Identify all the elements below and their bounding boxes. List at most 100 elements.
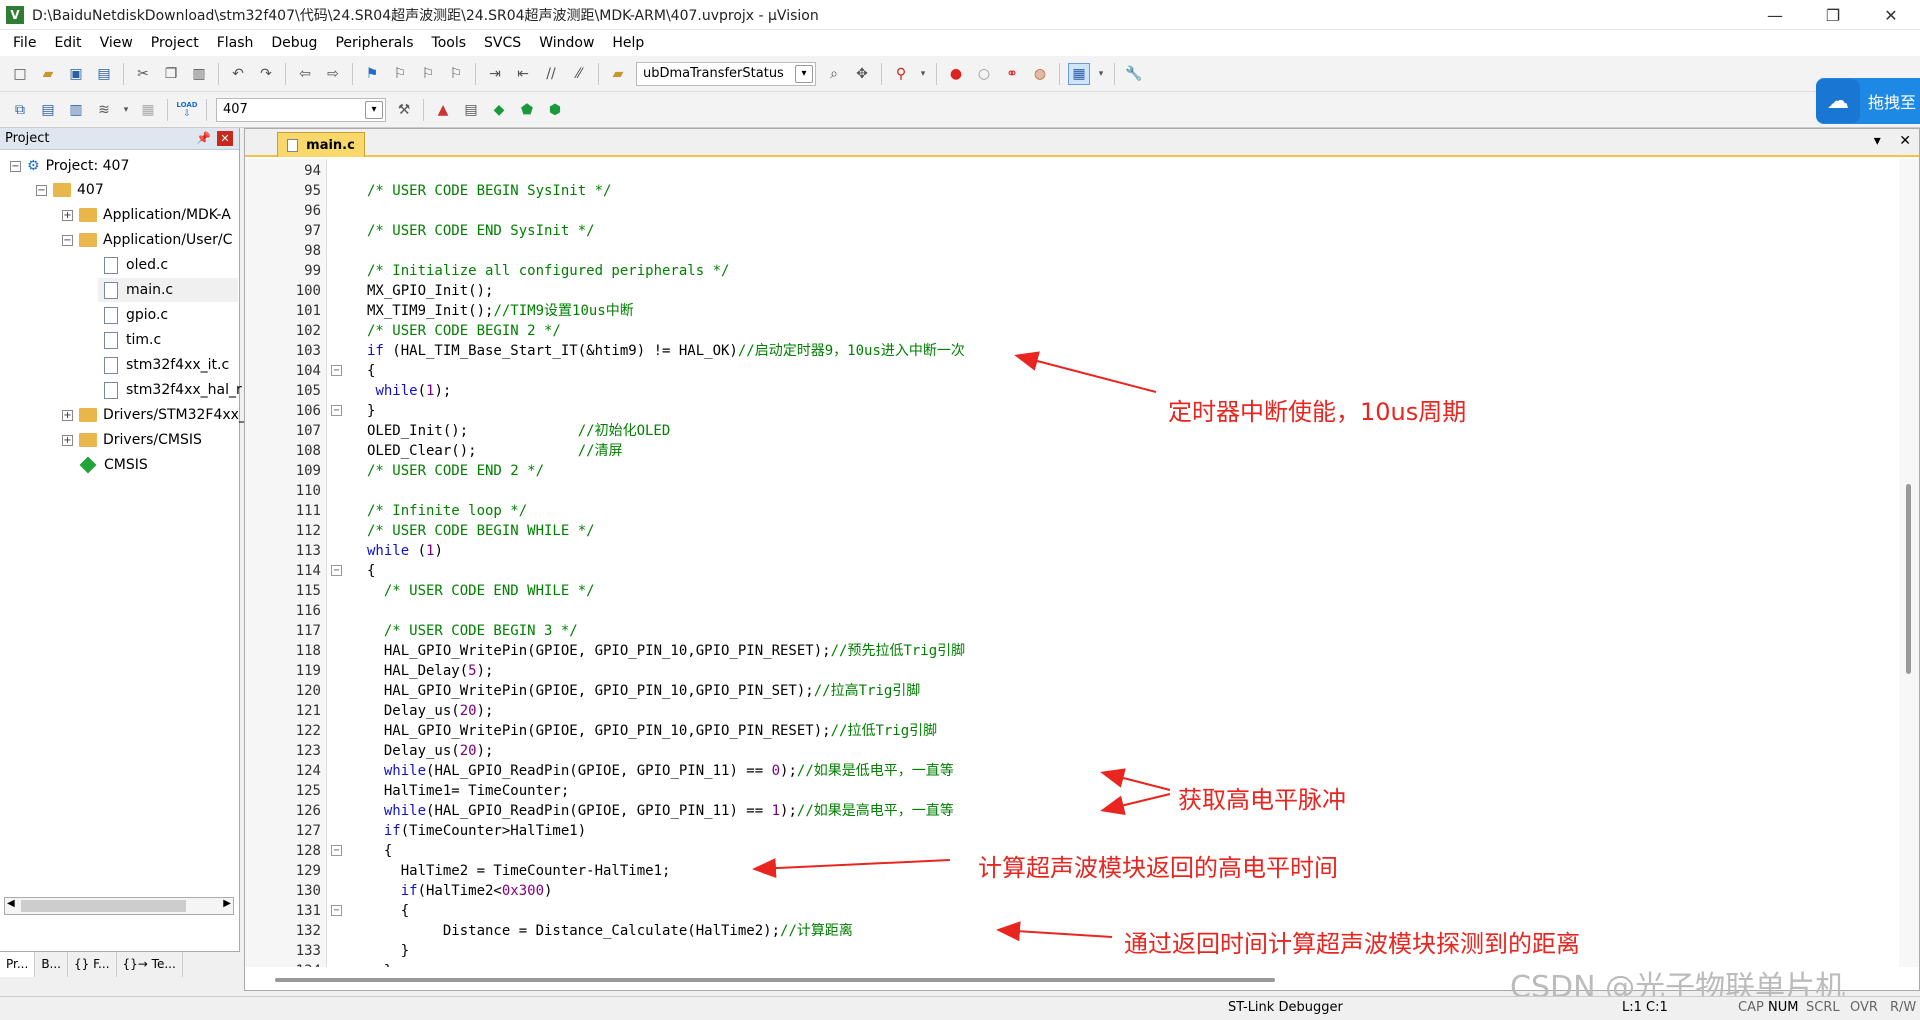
code-line[interactable]: 130 if(HalTime2<0x300) [245, 881, 1899, 901]
code-line[interactable]: 123 Delay_us(20); [245, 741, 1899, 761]
code-line[interactable]: 114− { [245, 561, 1899, 581]
tree-node-file[interactable]: stm32f4xx_it.c [104, 353, 229, 377]
tab-project[interactable]: Pr... [0, 952, 36, 977]
code-line[interactable]: 122 HAL_GPIO_WritePin(GPIOE, GPIO_PIN_10… [245, 721, 1899, 741]
minimize-button[interactable]: — [1746, 0, 1804, 30]
copy-icon[interactable]: ❐ [160, 63, 182, 85]
cloud-upload-widget[interactable]: ☁ 拖拽至 [1816, 78, 1920, 124]
insert-breakpoint-icon[interactable]: ● [945, 63, 967, 85]
tree-node-file-selected[interactable]: main.c [98, 278, 238, 302]
code-line[interactable]: 120 HAL_GPIO_WritePin(GPIOE, GPIO_PIN_10… [245, 681, 1899, 701]
menu-svcs[interactable]: SVCS [475, 30, 530, 56]
fold-icon[interactable]: − [331, 405, 342, 416]
find-in-files-icon[interactable]: ▰ [607, 63, 629, 85]
tree-node-file[interactable]: stm32f4xx_hal_r [104, 378, 242, 402]
build-icon[interactable]: ▤ [37, 99, 59, 121]
code-line[interactable]: 106−} [245, 401, 1899, 421]
menu-tools[interactable]: Tools [423, 30, 476, 56]
expand-icon[interactable]: + [62, 409, 73, 421]
redo-icon[interactable]: ↷ [255, 63, 277, 85]
indent-icon[interactable]: ⇥ [484, 63, 506, 85]
code-line[interactable]: 108 OLED_Clear(); //清屏 [245, 441, 1899, 461]
enable-breakpoint-icon[interactable]: ○ [973, 63, 995, 85]
expand-icon[interactable]: + [62, 209, 73, 221]
code-line[interactable]: 131− { [245, 901, 1899, 921]
tab-functions[interactable]: {} F... [68, 952, 117, 977]
editor-vscrollbar[interactable] [1899, 159, 1919, 967]
code-area[interactable]: 94 95 /* USER CODE BEGIN SysInit */ 96 97 /* … [245, 159, 1899, 967]
tab-main-c[interactable]: main.c [277, 132, 365, 157]
code-line[interactable]: 133 } [245, 941, 1899, 961]
code-line[interactable]: 103 if (HAL_TIM_Base_Start_IT(&htim9) != … [245, 341, 1899, 361]
save-all-icon[interactable]: ▤ [93, 63, 115, 85]
code-line[interactable]: 96 [245, 201, 1899, 221]
code-line[interactable]: 115 /* USER CODE END WHILE */ [245, 581, 1899, 601]
run-time-environment-icon[interactable]: ⬢ [544, 99, 566, 121]
nav-forward-icon[interactable]: ⇨ [322, 63, 344, 85]
find-icon[interactable]: ⌕ [823, 63, 845, 85]
tree-node-project[interactable]: − ⚙ Project: 407 [10, 154, 129, 178]
cut-icon[interactable]: ✂ [132, 63, 154, 85]
tab-templates[interactable]: {}→ Te... [117, 952, 183, 977]
menu-view[interactable]: View [91, 30, 142, 56]
chevron-down-icon[interactable]: ▾ [1096, 63, 1106, 85]
comment-icon[interactable]: // [540, 63, 562, 85]
uncomment-icon[interactable]: ⁄⁄ [568, 63, 590, 85]
fold-icon[interactable]: − [331, 365, 342, 376]
project-hscrollbar[interactable]: ◀ ▶ [4, 897, 234, 915]
code-line[interactable]: 99 /* Initialize all configured periphera… [245, 261, 1899, 281]
debug-session-icon[interactable]: ⚲ [890, 63, 912, 85]
configure-icon[interactable]: 🔧 [1123, 63, 1145, 85]
code-line[interactable]: 109 /* USER CODE END 2 */ [245, 461, 1899, 481]
code-line[interactable]: 121 Delay_us(20); [245, 701, 1899, 721]
code-line[interactable]: 104− { [245, 361, 1899, 381]
collapse-icon[interactable]: − [10, 160, 21, 172]
code-line[interactable]: 132 Distance = Distance_Calculate(HalTim… [245, 921, 1899, 941]
code-line[interactable]: 119 HAL_Delay(5); [245, 661, 1899, 681]
menu-flash[interactable]: Flash [208, 30, 263, 56]
fold-icon[interactable]: − [331, 905, 342, 916]
chevron-down-icon[interactable]: ▾ [918, 63, 928, 85]
pin-icon[interactable]: 📌 [196, 131, 211, 145]
tree-node-file[interactable]: oled.c [104, 253, 168, 277]
target-options-icon[interactable]: ⚒ [393, 99, 415, 121]
rebuild-icon[interactable]: ▥ [65, 99, 87, 121]
disable-breakpoints-icon[interactable]: ⚭ [1001, 63, 1023, 85]
tree-node-file[interactable]: tim.c [104, 328, 161, 352]
scroll-thumb[interactable] [1906, 484, 1911, 674]
expand-icon[interactable]: + [62, 434, 73, 446]
scroll-thumb[interactable] [275, 978, 1275, 982]
next-bookmark-icon[interactable]: ⚐ [417, 63, 439, 85]
target-combo[interactable]: 407 ▾ [216, 97, 386, 122]
tree-node-group[interactable]: − Application/User/C [62, 228, 232, 252]
code-line[interactable]: 111 /* Infinite loop */ [245, 501, 1899, 521]
bookmark-icon[interactable]: ⚑ [361, 63, 383, 85]
menu-edit[interactable]: Edit [45, 30, 90, 56]
pack-installer-icon[interactable]: ⬟ [516, 99, 538, 121]
chevron-down-icon[interactable]: ▾ [121, 99, 131, 121]
code-line[interactable]: 116 [245, 601, 1899, 621]
code-line[interactable]: 110 [245, 481, 1899, 501]
incremental-find-icon[interactable]: ✥ [851, 63, 873, 85]
kill-breakpoints-icon[interactable]: ◍ [1029, 63, 1051, 85]
code-line[interactable]: 107 OLED_Init(); //初始化OLED [245, 421, 1899, 441]
code-line[interactable]: 124 while(HAL_GPIO_ReadPin(GPIOE, GPIO_P… [245, 761, 1899, 781]
close-icon[interactable]: ✕ [217, 131, 233, 146]
paste-icon[interactable]: ▥ [188, 63, 210, 85]
code-line[interactable]: 95 /* USER CODE BEGIN SysInit */ [245, 181, 1899, 201]
maximize-button[interactable]: ❐ [1804, 0, 1862, 30]
undo-icon[interactable]: ↶ [227, 63, 249, 85]
select-packs-icon[interactable]: ◆ [488, 99, 510, 121]
clear-bookmarks-icon[interactable]: ⚐ [445, 63, 467, 85]
window-layout-icon[interactable]: ▦ [1068, 62, 1090, 85]
tab-list-icon[interactable]: ▾ [1874, 133, 1881, 149]
batch-build-icon[interactable]: ≋ [93, 99, 115, 121]
stop-build-icon[interactable]: ▦ [137, 99, 159, 121]
code-line[interactable]: 118 HAL_GPIO_WritePin(GPIOE, GPIO_PIN_10… [245, 641, 1899, 661]
unindent-icon[interactable]: ⇤ [512, 63, 534, 85]
code-line[interactable]: 127 if(TimeCounter>HalTime1) [245, 821, 1899, 841]
tree-node-group[interactable]: + Application/MDK-A [62, 203, 231, 227]
fold-icon[interactable]: − [331, 845, 342, 856]
menu-debug[interactable]: Debug [262, 30, 326, 56]
code-line[interactable]: 117 /* USER CODE BEGIN 3 */ [245, 621, 1899, 641]
